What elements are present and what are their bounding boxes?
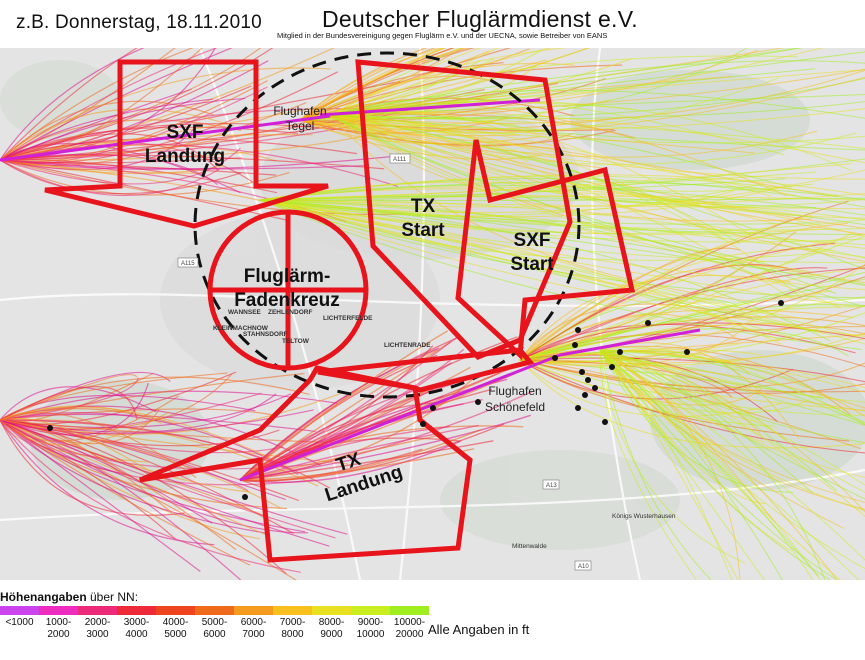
legend-title: Höhenangaben über NN: xyxy=(0,590,138,604)
zone-sxf-start-line2: Start xyxy=(510,254,554,275)
org-subtitle: Mitglied in der Bundesvereinigung gegen … xyxy=(277,31,608,40)
legend-range-label: 4000- 5000 xyxy=(162,617,189,640)
legend-swatch xyxy=(312,606,351,615)
legend-range-label: <1000 xyxy=(5,617,34,628)
date-label: z.B. Donnerstag, 18.11.2010 xyxy=(16,12,262,33)
legend-swatch xyxy=(78,606,117,615)
zone-sxf-landing-line1: SXF xyxy=(167,122,204,143)
measurement-point xyxy=(420,421,426,427)
noise-map: SXF Landung TX Start SXF Start Fluglärm-… xyxy=(0,48,865,580)
measurement-point xyxy=(242,494,248,500)
legend-swatch xyxy=(0,606,39,615)
place-koenigs-wusterhausen: Königs Wusterhausen xyxy=(612,513,676,520)
legend-range-label: 5000- 6000 xyxy=(201,617,228,640)
legend-range-label: 1000- 2000 xyxy=(45,617,72,640)
measurement-point xyxy=(585,377,591,383)
place-teltow: TELTOW xyxy=(282,338,310,345)
road-a10: A10 xyxy=(578,564,589,570)
measurement-point xyxy=(609,364,615,370)
org-title: Deutscher Fluglärmdienst e.V. xyxy=(322,6,638,32)
crosshair-label-line1: Fluglärm- xyxy=(244,266,331,287)
measurement-point xyxy=(572,342,578,348)
legend-swatch xyxy=(390,606,429,615)
legend-swatch xyxy=(234,606,273,615)
airport-sxf-line2: Schönefeld xyxy=(485,400,545,414)
header: z.B. Donnerstag, 18.11.2010 Deutscher Fl… xyxy=(0,0,865,48)
measurement-point xyxy=(582,392,588,398)
place-wannsee: WANNSEE xyxy=(228,309,262,316)
zone-tx-start-line2: Start xyxy=(401,220,445,241)
legend-range-label: 7000- 8000 xyxy=(279,617,306,640)
measurement-point xyxy=(579,369,585,375)
road-a115: A115 xyxy=(181,261,195,267)
legend-ranges: <1000 1000- 2000 2000- 3000 3000- 4000 4000- 500… xyxy=(0,617,429,641)
place-zehlendorf: ZEHLENDORF xyxy=(268,309,312,316)
place-lichtenrade: LICHTENRADE xyxy=(384,342,431,349)
legend-range-label: 8000- 9000 xyxy=(318,617,345,640)
measurement-point xyxy=(47,425,53,431)
measurement-point xyxy=(778,300,784,306)
measurement-point xyxy=(430,405,436,411)
legend-title-bold: Höhenangaben xyxy=(0,590,87,604)
legend-title-rest: über NN: xyxy=(86,590,139,604)
place-mittenwalde: Mittenwalde xyxy=(512,543,547,550)
place-stahnsdorf: STAHNSDORF xyxy=(243,331,288,338)
measurement-point xyxy=(617,349,623,355)
measurement-point xyxy=(592,385,598,391)
legend-range-label: 10000- 20000 xyxy=(393,617,426,640)
legend-swatch xyxy=(195,606,234,615)
airport-sxf-line1: Flughafen xyxy=(488,384,541,398)
measurement-point xyxy=(575,405,581,411)
legend-swatch xyxy=(156,606,195,615)
legend-range-label: 9000- 10000 xyxy=(356,617,385,640)
measurement-point xyxy=(684,349,690,355)
legend-range-label: 2000- 3000 xyxy=(84,617,111,640)
place-lichterfelde: LICHTERFELDE xyxy=(323,315,373,322)
airport-tegel-line1: Flughafen xyxy=(273,104,326,118)
measurement-point xyxy=(575,327,581,333)
legend-range-label: 3000- 4000 xyxy=(123,617,150,640)
road-a13: A13 xyxy=(546,483,557,489)
zone-sxf-landing-line2: Landung xyxy=(145,146,225,167)
legend-swatches xyxy=(0,606,429,616)
road-a111: A111 xyxy=(393,157,407,163)
legend-note: Alle Angaben in ft xyxy=(428,622,530,637)
map-canvas: SXF Landung TX Start SXF Start Fluglärm-… xyxy=(0,48,865,580)
legend-range-label: 6000- 7000 xyxy=(240,617,267,640)
zone-sxf-start-line1: SXF xyxy=(514,230,551,251)
crosshair-label-line2: Fadenkreuz xyxy=(234,290,340,311)
altitude-legend: Höhenangaben über NN: <1000 1000- 2000 2000… xyxy=(0,580,865,660)
measurement-point xyxy=(645,320,651,326)
legend-swatch xyxy=(351,606,390,615)
measurement-point xyxy=(552,355,558,361)
legend-swatch xyxy=(39,606,78,615)
zone-tx-start-line1: TX xyxy=(411,196,436,217)
legend-swatch xyxy=(273,606,312,615)
measurement-point xyxy=(602,419,608,425)
measurement-point xyxy=(475,399,481,405)
legend-swatch xyxy=(117,606,156,615)
airport-tegel-line2: Tegel xyxy=(286,119,315,133)
